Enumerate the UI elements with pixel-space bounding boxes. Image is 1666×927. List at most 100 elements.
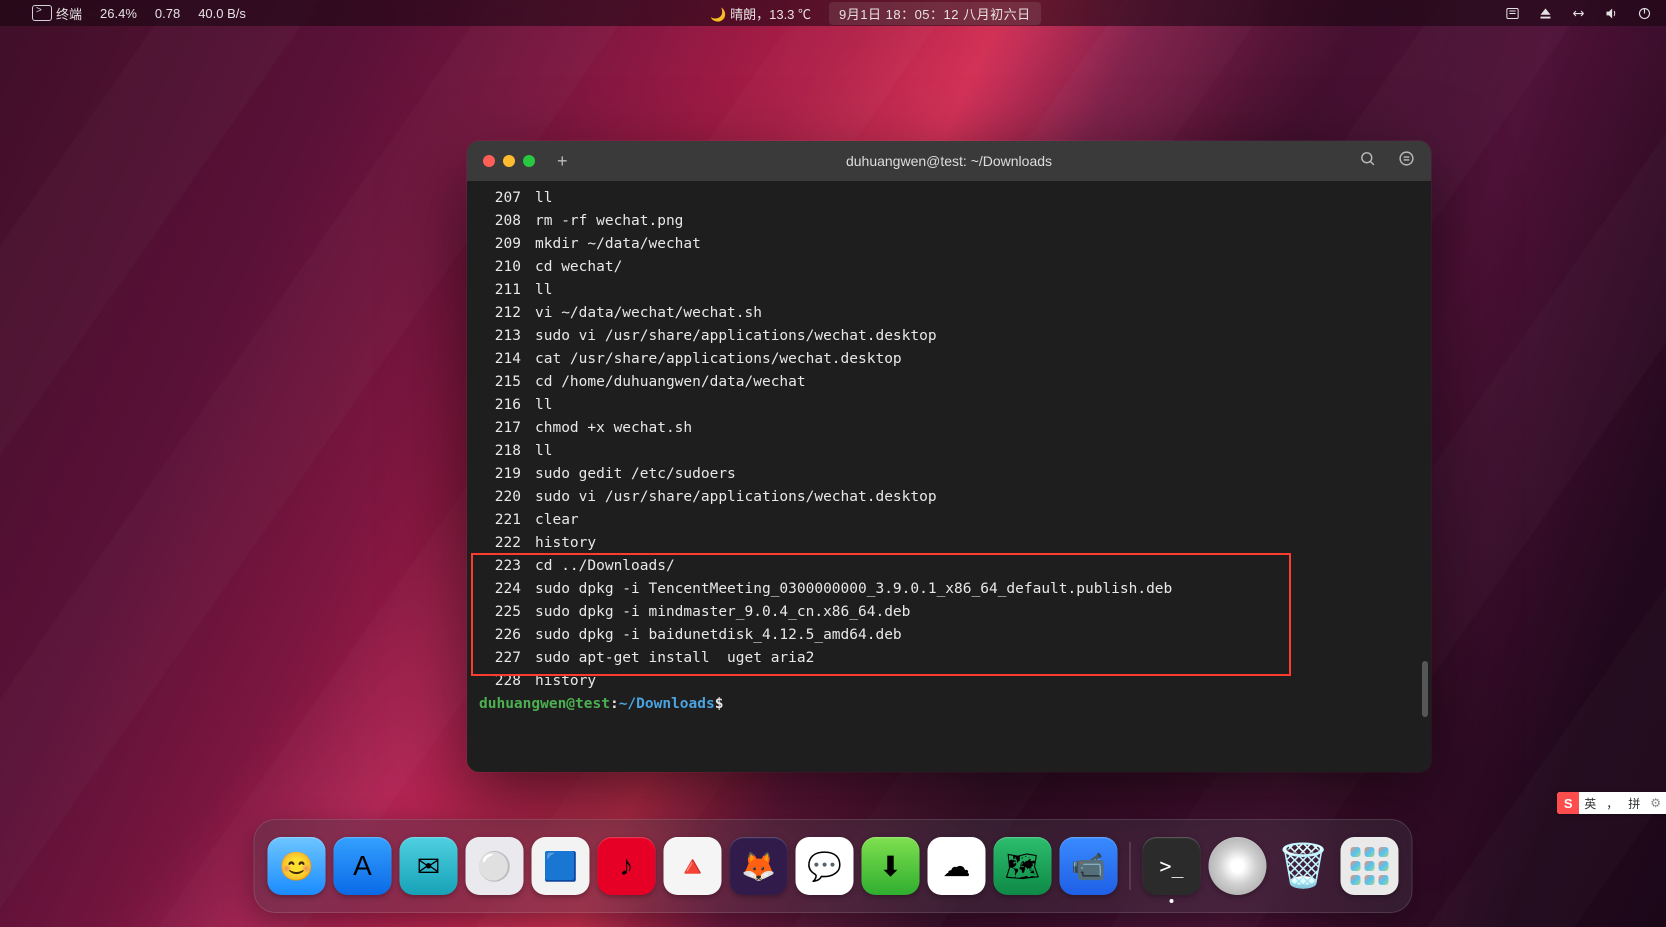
new-tab-button[interactable]: + xyxy=(557,152,568,170)
dock-app-baidu-netdisk[interactable]: ☁ xyxy=(928,837,986,895)
history-number: 211 xyxy=(479,279,535,302)
dock-app-disc[interactable] xyxy=(1209,837,1267,895)
weather-widget[interactable]: 🌙 晴朗，13.3 ℃ xyxy=(710,4,811,23)
history-line: 226sudo dpkg -i baidunetdisk_4.12.5_amd6… xyxy=(479,624,1419,647)
dock-separator xyxy=(1130,842,1131,890)
sync-icon[interactable] xyxy=(1571,6,1586,21)
dock-app-firefox[interactable]: 🦊 xyxy=(730,837,788,895)
scrollbar-thumb[interactable] xyxy=(1422,661,1428,717)
history-command: sudo gedit /etc/sudoers xyxy=(535,463,736,486)
history-command: sudo vi /usr/share/applications/wechat.d… xyxy=(535,486,937,509)
history-number: 219 xyxy=(479,463,535,486)
history-line: 222history xyxy=(479,532,1419,555)
clock[interactable]: 9月1日 18：05：12 八月初六日 xyxy=(829,2,1041,25)
dock-app-trash[interactable]: 🗑️ xyxy=(1275,837,1333,895)
dock-app-finder[interactable]: 😊 xyxy=(268,837,326,895)
history-command: cd ../Downloads/ xyxy=(535,555,675,578)
history-command: ll xyxy=(535,394,552,417)
history-line: 228history xyxy=(479,670,1419,693)
history-number: 216 xyxy=(479,394,535,417)
history-number: 225 xyxy=(479,601,535,624)
history-command: rm -rf wechat.png xyxy=(535,210,683,233)
ime-indicator[interactable]: S 英 ， 拼 ⚙ xyxy=(1557,792,1666,814)
power-icon[interactable] xyxy=(1637,6,1652,21)
history-number: 215 xyxy=(479,371,535,394)
dock-app-mail[interactable]: ✉ xyxy=(400,837,458,895)
dock-app-mindmaster[interactable]: 🗺 xyxy=(994,837,1052,895)
ime-lang[interactable]: 英 xyxy=(1579,795,1601,812)
menu-icon[interactable] xyxy=(1398,150,1415,172)
history-line: 215cd /home/duhuangwen/data/wechat xyxy=(479,371,1419,394)
dock-app-wechat[interactable]: 💬 xyxy=(796,837,854,895)
dock: 😊A✉⚪🟦♪🔺🦊💬⬇☁🗺📹 >_ 🗑️ xyxy=(254,819,1413,913)
dock-app-edge[interactable]: 🟦 xyxy=(532,837,590,895)
ime-settings-icon[interactable]: ⚙ xyxy=(1645,796,1666,810)
history-number: 220 xyxy=(479,486,535,509)
dock-app-tencent-meeting[interactable]: 📹 xyxy=(1060,837,1118,895)
terminal-window: + duhuangwen@test: ~/Downloads 207ll208r… xyxy=(467,141,1431,772)
history-command: ll xyxy=(535,440,552,463)
active-app-name[interactable]: 终端 xyxy=(32,4,82,23)
dock-app-launchpad[interactable] xyxy=(1341,837,1399,895)
search-icon[interactable] xyxy=(1359,150,1376,172)
prompt-user: duhuangwen@test xyxy=(479,696,610,712)
history-number: 212 xyxy=(479,302,535,325)
history-line: 218ll xyxy=(479,440,1419,463)
volume-icon[interactable] xyxy=(1604,6,1619,21)
history-number: 227 xyxy=(479,647,535,670)
history-command: sudo dpkg -i baidunetdisk_4.12.5_amd64.d… xyxy=(535,624,902,647)
history-number: 218 xyxy=(479,440,535,463)
ime-punct[interactable]: ， xyxy=(1601,795,1623,812)
dock-app-downloads[interactable]: ⬇ xyxy=(862,837,920,895)
history-command: ll xyxy=(535,279,552,302)
history-command: sudo dpkg -i mindmaster_9.0.4_cn.x86_64.… xyxy=(535,601,910,624)
network-speed[interactable]: 40.0 B/s xyxy=(198,6,246,21)
history-command: history xyxy=(535,532,596,555)
sogou-logo: S xyxy=(1557,792,1579,814)
history-line: 221clear xyxy=(479,509,1419,532)
dock-app-netease-music[interactable]: ♪ xyxy=(598,837,656,895)
prompt-line[interactable]: duhuangwen@test:~/Downloads$ xyxy=(479,693,1419,716)
dock-app-terminal[interactable]: >_ xyxy=(1143,837,1201,895)
history-line: 213sudo vi /usr/share/applications/wecha… xyxy=(479,325,1419,348)
history-line: 209mkdir ~/data/wechat xyxy=(479,233,1419,256)
zoom-button[interactable] xyxy=(523,155,535,167)
close-button[interactable] xyxy=(483,155,495,167)
dock-app-control-center[interactable]: ⚪ xyxy=(466,837,524,895)
history-line: 225sudo dpkg -i mindmaster_9.0.4_cn.x86_… xyxy=(479,601,1419,624)
history-number: 223 xyxy=(479,555,535,578)
eject-icon[interactable] xyxy=(1538,6,1553,21)
history-command: history xyxy=(535,670,596,693)
history-line: 214cat /usr/share/applications/wechat.de… xyxy=(479,348,1419,371)
history-line: 212vi ~/data/wechat/wechat.sh xyxy=(479,302,1419,325)
history-line: 227sudo apt-get install uget aria2 xyxy=(479,647,1419,670)
history-line: 220sudo vi /usr/share/applications/wecha… xyxy=(479,486,1419,509)
history-command: sudo vi /usr/share/applications/wechat.d… xyxy=(535,325,937,348)
history-line: 217chmod +x wechat.sh xyxy=(479,417,1419,440)
history-line: 208rm -rf wechat.png xyxy=(479,210,1419,233)
history-line: 210cd wechat/ xyxy=(479,256,1419,279)
history-number: 207 xyxy=(479,187,535,210)
input-source-icon[interactable] xyxy=(1505,6,1520,21)
history-command: cd wechat/ xyxy=(535,256,622,279)
prompt-sep: : xyxy=(610,696,619,712)
dock-app-vlc[interactable]: 🔺 xyxy=(664,837,722,895)
traffic-lights xyxy=(483,155,535,167)
history-line: 211ll xyxy=(479,279,1419,302)
terminal-body[interactable]: 207ll208rm -rf wechat.png209mkdir ~/data… xyxy=(467,181,1431,772)
history-number: 224 xyxy=(479,578,535,601)
history-command: ll xyxy=(535,187,552,210)
history-number: 208 xyxy=(479,210,535,233)
load-average[interactable]: 0.78 xyxy=(155,6,180,21)
minimize-button[interactable] xyxy=(503,155,515,167)
history-number: 209 xyxy=(479,233,535,256)
history-command: cd /home/duhuangwen/data/wechat xyxy=(535,371,806,394)
dock-app-app-store[interactable]: A xyxy=(334,837,392,895)
cpu-usage[interactable]: 26.4% xyxy=(100,6,137,21)
history-line: 219sudo gedit /etc/sudoers xyxy=(479,463,1419,486)
history-command: chmod +x wechat.sh xyxy=(535,417,692,440)
ime-mode[interactable]: 拼 xyxy=(1623,795,1645,812)
history-command: sudo dpkg -i TencentMeeting_0300000000_3… xyxy=(535,578,1172,601)
window-titlebar[interactable]: + duhuangwen@test: ~/Downloads xyxy=(467,141,1431,181)
history-command: sudo apt-get install uget aria2 xyxy=(535,647,814,670)
